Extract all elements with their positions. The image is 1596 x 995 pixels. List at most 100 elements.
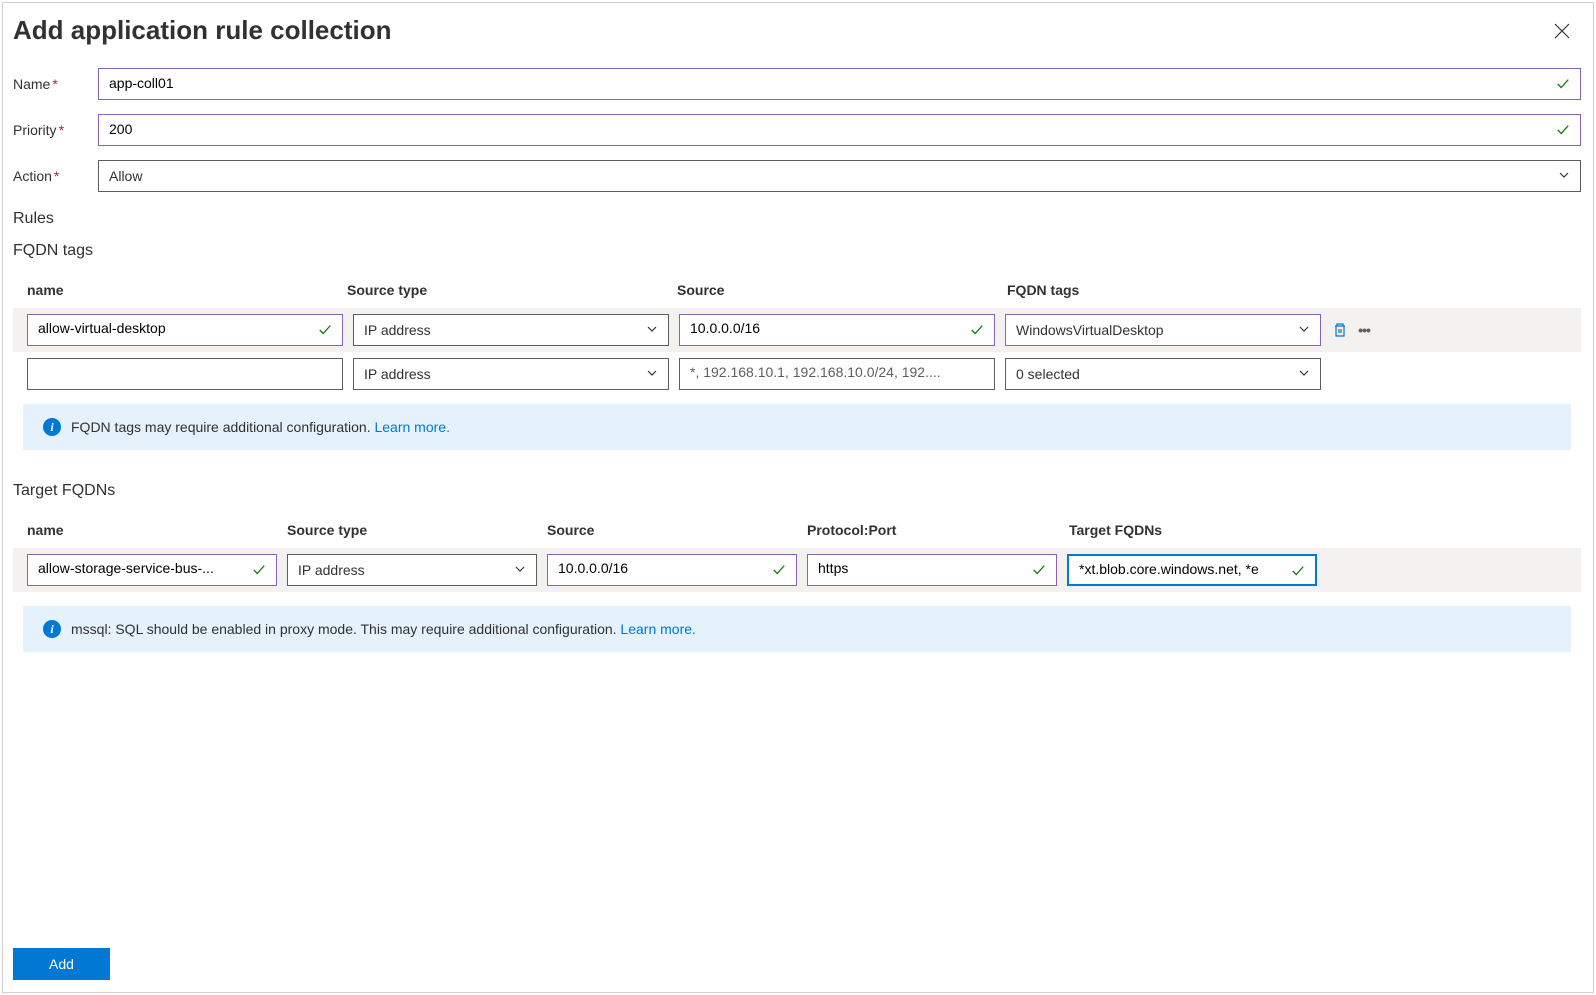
action-select[interactable]: Allow <box>98 160 1581 192</box>
row-source-type-value: IP address <box>298 562 365 578</box>
fqdn-table-header: name Source type Source FQDN tags <box>13 272 1581 308</box>
target-fqdns-subsection-title: Target FQDNs <box>13 482 1581 500</box>
row-target-fqdns-input[interactable] <box>1079 561 1285 577</box>
mssql-info-banner: i mssql: SQL should be enabled in proxy … <box>23 606 1571 652</box>
target-table: name Source type Source Protocol:Port Ta… <box>13 512 1581 592</box>
col-fqdn-tags: FQDN tags <box>1007 282 1581 298</box>
panel-content: Name* Priority* <box>3 58 1593 666</box>
info-text: FQDN tags may require additional configu… <box>71 419 450 435</box>
priority-row: Priority* <box>13 114 1581 146</box>
required-indicator: * <box>59 122 64 138</box>
row-source-cell <box>679 358 995 390</box>
checkmark-icon <box>1556 123 1570 140</box>
rule-collection-panel: Add application rule collection Name* Pr… <box>2 2 1594 993</box>
name-input[interactable] <box>109 75 1546 91</box>
action-row: Action* Allow <box>13 160 1581 192</box>
chevron-down-icon <box>514 563 526 578</box>
col-source: Source <box>677 282 1007 298</box>
row-source-input[interactable] <box>558 560 766 576</box>
col-protocol: Protocol:Port <box>807 522 1069 538</box>
info-message: FQDN tags may require additional configu… <box>71 419 374 435</box>
col-source-type: Source type <box>347 282 677 298</box>
row-name-cell <box>27 314 343 346</box>
info-message: mssql: SQL should be enabled in proxy mo… <box>71 621 620 637</box>
checkmark-icon <box>318 323 332 340</box>
checkmark-icon <box>252 563 266 580</box>
learn-more-link[interactable]: Learn more. <box>374 419 449 435</box>
info-icon: i <box>43 620 61 638</box>
checkmark-icon <box>970 323 984 340</box>
trash-icon <box>1332 322 1348 338</box>
name-label-text: Name <box>13 76 50 92</box>
col-source: Source <box>547 522 807 538</box>
row-protocol-input[interactable] <box>818 560 1026 576</box>
row-actions: ••• <box>1331 321 1373 339</box>
checkmark-icon <box>1291 564 1305 581</box>
more-button[interactable]: ••• <box>1355 321 1373 339</box>
row-source-input[interactable] <box>690 364 964 380</box>
name-row: Name* <box>13 68 1581 100</box>
fqdn-table: name Source type Source FQDN tags IP add… <box>13 272 1581 390</box>
row-target-fqdns-cell <box>1067 554 1317 586</box>
row-source-type-value: IP address <box>364 366 431 382</box>
row-name-cell <box>27 358 343 390</box>
row-fqdn-tags-value: 0 selected <box>1016 366 1080 382</box>
row-name-cell <box>27 554 277 586</box>
col-name: name <box>27 282 347 298</box>
priority-input-container <box>98 114 1581 146</box>
row-fqdn-tags-select[interactable]: WindowsVirtualDesktop <box>1005 314 1321 346</box>
row-source-cell <box>679 314 995 346</box>
row-fqdn-tags-value: WindowsVirtualDesktop <box>1016 322 1164 338</box>
chevron-down-icon <box>646 367 658 382</box>
priority-label: Priority* <box>13 122 98 138</box>
fqdn-tags-subsection-title: FQDN tags <box>13 242 1581 260</box>
col-source-type: Source type <box>287 522 547 538</box>
required-indicator: * <box>52 76 57 92</box>
delete-button[interactable] <box>1331 321 1349 339</box>
action-label-text: Action <box>13 168 52 184</box>
name-input-wrapper <box>98 68 1581 100</box>
panel-footer: Add <box>13 948 110 980</box>
row-source-type-select[interactable]: IP address <box>353 358 669 390</box>
close-button[interactable] <box>1547 16 1577 46</box>
chevron-down-icon <box>1298 367 1310 382</box>
checkmark-icon <box>1556 77 1570 94</box>
info-text: mssql: SQL should be enabled in proxy mo… <box>71 621 696 637</box>
row-protocol-cell <box>807 554 1057 586</box>
close-icon <box>1554 23 1570 39</box>
row-source-cell <box>547 554 797 586</box>
learn-more-link[interactable]: Learn more. <box>620 621 695 637</box>
row-fqdn-tags-select[interactable]: 0 selected <box>1005 358 1321 390</box>
name-input-container <box>98 68 1581 100</box>
target-table-header: name Source type Source Protocol:Port Ta… <box>13 512 1581 548</box>
row-source-type-select[interactable]: IP address <box>353 314 669 346</box>
checkmark-icon <box>772 563 786 580</box>
priority-label-text: Priority <box>13 122 57 138</box>
row-source-input[interactable] <box>690 320 964 336</box>
chevron-down-icon <box>646 323 658 338</box>
row-name-input[interactable] <box>38 560 246 576</box>
info-icon: i <box>43 418 61 436</box>
row-name-input[interactable] <box>38 364 312 380</box>
chevron-down-icon <box>1558 169 1570 184</box>
row-source-type-value: IP address <box>364 322 431 338</box>
more-icon: ••• <box>1358 322 1370 338</box>
action-label: Action* <box>13 168 98 184</box>
checkmark-icon <box>1032 563 1046 580</box>
row-source-type-select[interactable]: IP address <box>287 554 537 586</box>
col-target-fqdns: Target FQDNs <box>1069 522 1581 538</box>
table-row: IP address 0 selected <box>13 358 1581 390</box>
required-indicator: * <box>54 168 59 184</box>
panel-title: Add application rule collection <box>13 15 392 46</box>
name-label: Name* <box>13 76 98 92</box>
priority-input[interactable] <box>109 121 1546 137</box>
panel-header: Add application rule collection <box>3 3 1593 58</box>
table-row: IP address <box>13 548 1581 592</box>
action-value: Allow <box>109 168 142 184</box>
col-name: name <box>27 522 287 538</box>
priority-input-wrapper <box>98 114 1581 146</box>
chevron-down-icon <box>1298 323 1310 338</box>
rules-section-title: Rules <box>13 210 1581 228</box>
add-button[interactable]: Add <box>13 948 110 980</box>
row-name-input[interactable] <box>38 320 312 336</box>
